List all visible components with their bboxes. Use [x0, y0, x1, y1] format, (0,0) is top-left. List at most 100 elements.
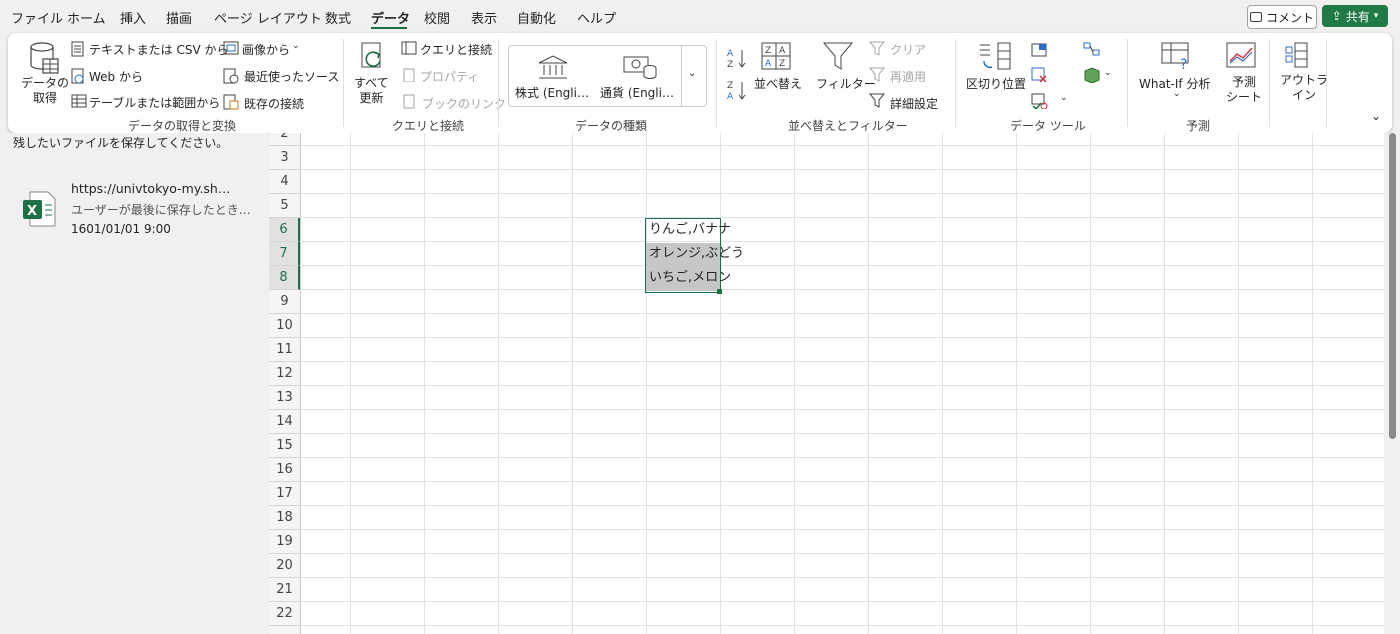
row-gridline: [300, 409, 1384, 410]
reapply-icon: [869, 67, 886, 82]
outline-button[interactable]: アウトラ イン: [1280, 73, 1328, 103]
what-if-icon: ?: [1161, 42, 1189, 71]
table-icon: [71, 94, 87, 108]
forecast-sheet-button[interactable]: 予測 シート: [1226, 75, 1262, 105]
recovered-file-item[interactable]: X https://univtokyo-my.sh… ユーザーが最後に保存したと…: [14, 173, 264, 243]
svg-text:A: A: [765, 59, 772, 69]
currency-button[interactable]: 通貨 (Engli…: [600, 84, 674, 101]
column-gridline: [1312, 133, 1313, 634]
comment-button[interactable]: コメント: [1247, 5, 1317, 29]
web-button[interactable]: Web から: [89, 68, 143, 85]
row-header-21[interactable]: 21: [269, 578, 300, 602]
vertical-scrollbar[interactable]: [1384, 133, 1400, 634]
cell-g7[interactable]: オレンジ,ぶどう: [649, 242, 744, 266]
svg-text:X: X: [27, 204, 37, 219]
menu-formulas[interactable]: 数式: [325, 8, 351, 27]
menu-review[interactable]: 校閲: [424, 8, 450, 27]
share-icon: ⇪: [1331, 9, 1342, 23]
currency-icon: [623, 56, 657, 79]
row-header-20[interactable]: 20: [269, 554, 300, 578]
chevron-down-icon: ⌄: [688, 68, 697, 79]
chevron-down-icon: ⌄: [1060, 93, 1068, 103]
filter-button[interactable]: フィルター: [816, 75, 876, 92]
row-header-16[interactable]: 16: [269, 458, 300, 482]
group-label-sort-filter: 並べ替えとフィルター: [788, 119, 908, 133]
row-gridline: [300, 193, 1384, 194]
active-tab-indicator: [371, 27, 407, 29]
stocks-button[interactable]: 株式 (Engli…: [515, 84, 589, 101]
scrollbar-thumb[interactable]: [1389, 133, 1396, 439]
row-gridline: [300, 601, 1384, 602]
row-header-22[interactable]: 22: [269, 602, 300, 626]
data-validation-icon: [1031, 93, 1048, 109]
svg-text:A: A: [727, 92, 734, 101]
queries-connections-button[interactable]: クエリと接続: [420, 41, 492, 58]
flash-fill-icon: [1031, 43, 1047, 57]
existing-connections-button[interactable]: 既存の接続: [244, 95, 304, 112]
advanced-button[interactable]: 詳細設定: [890, 95, 938, 112]
row-header-9[interactable]: 9: [269, 290, 300, 314]
menu-automate[interactable]: 自動化: [517, 8, 556, 27]
row-header-6[interactable]: 6: [269, 218, 300, 242]
forecast-sheet-icon: [1226, 42, 1256, 68]
row-header-3[interactable]: 3: [269, 146, 300, 170]
menu-help[interactable]: ヘルプ: [577, 8, 616, 27]
row-header-4[interactable]: 4: [269, 170, 300, 194]
row-header-2[interactable]: 2: [269, 133, 300, 146]
sort-button[interactable]: 並べ替え: [754, 75, 802, 92]
worksheet-grid[interactable]: 2 3 4 5 6 7 8 9 10 11 12 13 14 15 16 17 18 19 20 21 22 りんご,バ…: [269, 133, 1384, 634]
row-header-5[interactable]: 5: [269, 194, 300, 218]
properties-button[interactable]: プロパティ: [420, 68, 479, 85]
cell-g6[interactable]: りんご,バナナ: [649, 218, 731, 242]
from-image-button[interactable]: 画像から: [242, 41, 290, 58]
svg-text:Z: Z: [727, 81, 733, 91]
row-gridline: [300, 457, 1384, 458]
row-header-8[interactable]: 8: [269, 266, 300, 290]
text-to-columns-icon: [980, 42, 1011, 70]
menu-file[interactable]: ファイル: [11, 8, 63, 27]
svg-text:A: A: [779, 46, 786, 56]
row-gridline: [300, 217, 1384, 218]
gallery-expand-button[interactable]: ⌄: [681, 45, 707, 107]
share-button[interactable]: ⇪ 共有 ▾: [1322, 5, 1388, 27]
cell-g8[interactable]: いちご,メロン: [649, 266, 731, 290]
row-header-12[interactable]: 12: [269, 362, 300, 386]
clear-button[interactable]: クリア: [890, 41, 926, 58]
collapse-ribbon-icon[interactable]: ⌄: [1371, 109, 1381, 123]
table-range-button[interactable]: テーブルまたは範囲から: [89, 94, 220, 111]
menu-home[interactable]: ホーム: [67, 8, 106, 27]
row-header-15[interactable]: 15: [269, 434, 300, 458]
row-header-17[interactable]: 17: [269, 482, 300, 506]
text-to-columns-button[interactable]: 区切り位置: [966, 75, 1026, 92]
row-header-14[interactable]: 14: [269, 410, 300, 434]
sort-ascending-icon: A Z: [727, 49, 746, 69]
group-separator: [498, 39, 499, 127]
ribbon: データの 取得 テキストまたは CSV から Web から テーブルまたは範囲か…: [8, 33, 1392, 133]
menu-data[interactable]: データ: [371, 8, 410, 27]
recent-sources-icon: [223, 68, 239, 84]
edit-links-button[interactable]: ブックのリンク: [422, 95, 506, 112]
svg-text:?: ?: [1180, 57, 1187, 71]
row-header-18[interactable]: 18: [269, 506, 300, 530]
row-header-10[interactable]: 10: [269, 314, 300, 338]
menu-draw[interactable]: 描画: [166, 8, 192, 27]
row-header-11[interactable]: 11: [269, 338, 300, 362]
row-header-13[interactable]: 13: [269, 386, 300, 410]
recent-sources-button[interactable]: 最近使ったソース: [244, 68, 339, 85]
row-header-7[interactable]: 7: [269, 242, 300, 266]
refresh-all-button[interactable]: すべて 更新: [354, 76, 389, 106]
share-label: 共有: [1345, 9, 1370, 24]
menu-page-layout[interactable]: ページ レイアウト: [214, 8, 322, 27]
menu-insert[interactable]: 挿入: [120, 8, 146, 27]
row-gridline: [300, 241, 1384, 242]
web-icon: [71, 68, 84, 84]
text-csv-button[interactable]: テキストまたは CSV から: [89, 41, 228, 58]
excel-file-icon: X: [23, 191, 56, 227]
reapply-button[interactable]: 再適用: [890, 68, 926, 85]
column-gridline: [498, 133, 499, 634]
menu-view[interactable]: 表示: [471, 8, 497, 27]
row-header-19[interactable]: 19: [269, 530, 300, 554]
get-data-button[interactable]: データの 取得: [21, 76, 69, 106]
column-gridline: [1016, 133, 1017, 634]
row-gridline: [300, 145, 1384, 146]
